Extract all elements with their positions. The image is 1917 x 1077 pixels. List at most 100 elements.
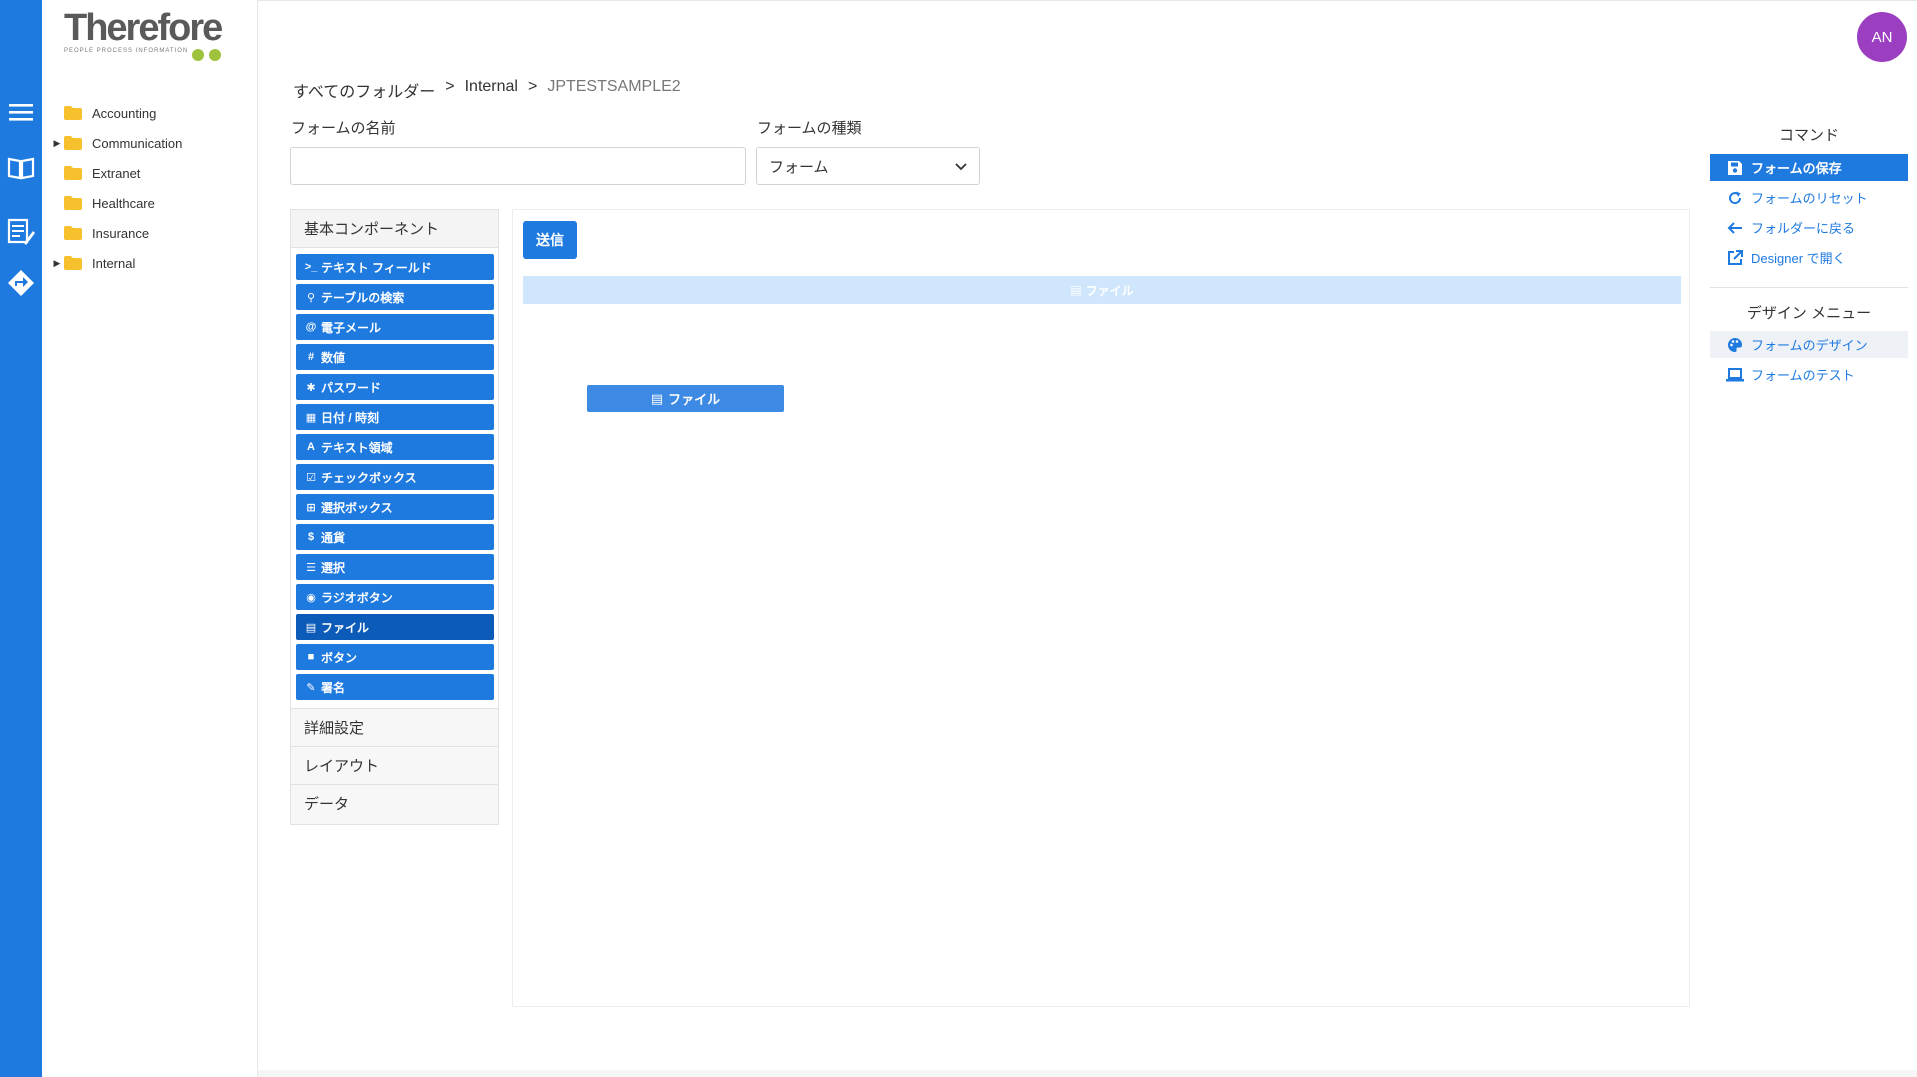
component-email[interactable]: @ 電子メール [296, 314, 494, 340]
asterisk-icon: ✱ [306, 381, 316, 394]
component-signature[interactable]: ✎ 署名 [296, 674, 494, 700]
back-arrow-icon [1726, 219, 1744, 237]
component-text-field[interactable]: >_ テキスト フィールド [296, 254, 494, 280]
book-icon[interactable] [6, 153, 36, 183]
tree-item-label: Communication [92, 135, 183, 151]
reset-form-button[interactable]: フォームのリセット [1710, 184, 1908, 211]
save-form-label: フォームの保存 [1751, 161, 1842, 176]
component-label: パスワード [321, 380, 382, 395]
form-type-value: フォーム [769, 158, 829, 176]
component-label: テキスト フィールド [321, 260, 432, 275]
file-icon: ▤ [650, 390, 664, 406]
folder-icon [64, 226, 82, 240]
component-file[interactable]: ▤ ファイル [296, 614, 494, 640]
component-select-box[interactable]: ⊞ 選択ボックス [296, 494, 494, 520]
component-checkbox[interactable]: ☑ チェックボックス [296, 464, 494, 490]
folder-icon [64, 196, 82, 210]
panel-divider [1710, 287, 1908, 288]
app-rail [0, 0, 42, 1077]
at-icon: @ [305, 321, 317, 333]
component-button[interactable]: ■ ボタン [296, 644, 494, 670]
submit-button[interactable]: 送信 [523, 221, 577, 259]
tree-item-internal[interactable]: ▶ Internal [50, 251, 136, 275]
component-label: チェックボックス [321, 470, 417, 485]
logo-dot [192, 49, 204, 61]
component-radio[interactable]: ◉ ラジオボタン [296, 584, 494, 610]
save-form-button[interactable]: フォームの保存 [1710, 154, 1908, 181]
layout-section[interactable]: レイアウト [291, 746, 498, 784]
search-icon: ⚲ [306, 291, 316, 304]
component-label: 選択 [321, 560, 346, 575]
laptop-icon [1726, 366, 1744, 384]
command-panel: コマンド フォームの保存 フォームのリセット フォルダーに戻る Designer… [1710, 0, 1917, 1077]
component-table-lookup[interactable]: ⚲ テーブルの検索 [296, 284, 494, 310]
component-currency[interactable]: $ 通貨 [296, 524, 494, 550]
breadcrumb-folder[interactable]: Internal [465, 78, 518, 102]
calendar-icon: ▦ [305, 411, 317, 424]
top-border [258, 0, 1917, 1]
breadcrumb-current: JPTESTSAMPLE2 [547, 78, 681, 95]
basic-components-header[interactable]: 基本コンポーネント [291, 210, 498, 248]
checkbox-icon: ☑ [306, 471, 316, 484]
form-design-canvas[interactable]: 送信 ▤ ファイル ▤ ファイル [512, 209, 1690, 1007]
form-edit-icon[interactable] [6, 217, 36, 247]
back-to-folder-button[interactable]: フォルダーに戻る [1710, 214, 1908, 241]
workflow-diamond-icon[interactable] [6, 268, 36, 298]
external-link-icon [1726, 249, 1744, 267]
tree-item-label: Extranet [92, 165, 141, 181]
data-section[interactable]: データ [291, 784, 498, 822]
dragging-component-label: ファイル [668, 392, 721, 407]
expand-caret-icon[interactable]: ▶ [50, 138, 64, 149]
tree-item-accounting[interactable]: Accounting [50, 101, 156, 125]
component-select[interactable]: ☰ 選択 [296, 554, 494, 580]
component-label: 数値 [321, 350, 346, 365]
logo-dot [209, 49, 221, 61]
tree-item-healthcare[interactable]: Healthcare [50, 191, 155, 215]
menu-icon[interactable] [6, 97, 36, 127]
component-label: テキスト領域 [321, 440, 393, 455]
footer-bar [258, 1070, 1917, 1077]
component-list: >_ テキスト フィールド ⚲ テーブルの検索 @ 電子メール # 数値 ✱ パスワード … [291, 248, 498, 708]
drop-placeholder[interactable]: ▤ ファイル [523, 276, 1681, 304]
chevron-down-icon [955, 158, 967, 175]
tree-item-communication[interactable]: ▶ Communication [50, 131, 183, 155]
reset-icon [1726, 189, 1744, 207]
tree-item-label: Accounting [92, 105, 157, 121]
component-label: 署名 [321, 680, 346, 695]
therefore-logo: Therefore PEOPLE PROCESS INFORMATION [64, 8, 254, 68]
tree-item-label: Insurance [92, 225, 150, 241]
terminal-icon: >_ [304, 261, 318, 273]
plus-square-icon: ⊞ [306, 501, 316, 514]
form-type-label: フォームの種類 [757, 120, 862, 137]
component-datetime[interactable]: ▦ 日付 / 時刻 [296, 404, 494, 430]
folder-icon [64, 166, 82, 180]
open-in-designer-label: Designer で開く [1751, 251, 1846, 266]
test-form-button[interactable]: フォームのテスト [1710, 361, 1908, 388]
dragging-file-component[interactable]: ▤ ファイル [587, 385, 784, 412]
open-in-designer-button[interactable]: Designer で開く [1710, 244, 1908, 271]
design-form-button[interactable]: フォームのデザイン [1710, 331, 1908, 358]
form-name-input[interactable] [290, 147, 746, 185]
component-label: テーブルの検索 [321, 290, 405, 305]
advanced-section[interactable]: 詳細設定 [291, 708, 498, 746]
user-avatar[interactable]: AN [1857, 12, 1907, 62]
font-icon: A [307, 441, 315, 453]
drop-placeholder-label: ファイル [1085, 283, 1134, 298]
component-text-area[interactable]: A テキスト領域 [296, 434, 494, 460]
tree-item-insurance[interactable]: Insurance [50, 221, 149, 245]
logo-text: Therefore [64, 7, 223, 49]
radio-icon: ◉ [306, 591, 316, 604]
component-label: 電子メール [321, 320, 382, 335]
breadcrumb: すべてのフォルダー > Internal > JPTESTSAMPLE2 [293, 78, 681, 102]
design-menu-header: デザイン メニュー [1746, 305, 1872, 322]
component-number[interactable]: # 数値 [296, 344, 494, 370]
form-type-select[interactable]: フォーム [756, 147, 980, 185]
hash-icon: # [307, 351, 315, 363]
file-icon: ▤ [305, 621, 317, 634]
breadcrumb-root[interactable]: すべてのフォルダー [293, 78, 435, 102]
expand-caret-icon[interactable]: ▶ [50, 258, 64, 269]
tree-item-label: Internal [92, 255, 136, 271]
tree-item-extranet[interactable]: Extranet [50, 161, 140, 185]
component-password[interactable]: ✱ パスワード [296, 374, 494, 400]
save-icon [1726, 159, 1744, 177]
